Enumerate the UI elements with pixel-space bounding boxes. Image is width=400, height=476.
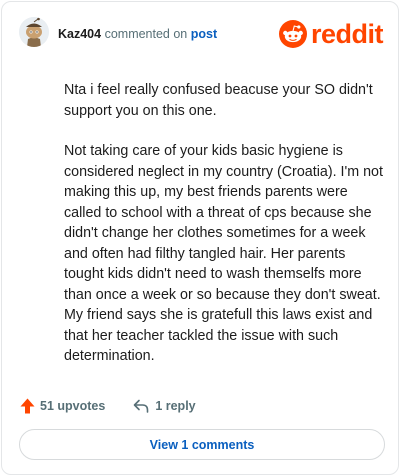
comment-card: Kaz404 commented on post reddit Nta i fe…	[1, 1, 399, 475]
comment-header: Kaz404 commented on post reddit	[2, 2, 400, 68]
snoo-avatar-icon	[19, 17, 49, 47]
reddit-logo[interactable]: reddit	[279, 19, 384, 49]
user-avatar[interactable]	[19, 17, 49, 47]
logo-wordmark: reddit	[311, 19, 384, 49]
comment-actions: 51 upvotes 1 reply	[20, 395, 196, 417]
reply-arrow-icon	[134, 399, 149, 413]
reply-button[interactable]: 1 reply	[133, 399, 196, 413]
view-comments-button[interactable]: View 1 comments	[19, 429, 385, 460]
upvote-arrow-icon	[20, 398, 35, 414]
action-text: commented on	[104, 27, 188, 41]
reply-count: 1 reply	[155, 399, 196, 413]
reddit-snoo-icon	[279, 20, 307, 48]
view-comments-label: View 1 comments	[149, 437, 255, 452]
upvote-count: 51 upvotes	[40, 399, 106, 413]
post-link[interactable]: post	[191, 27, 217, 41]
username-link[interactable]: Kaz404	[58, 27, 101, 41]
comment-body: Nta i feel really confused beacuse your …	[64, 80, 384, 387]
comment-paragraph: Nta i feel really confused beacuse your …	[64, 82, 373, 119]
comment-byline: Kaz404 commented on post	[58, 27, 217, 41]
comment-paragraph: Not taking care of your kids basic hygie…	[64, 143, 383, 364]
upvote-button[interactable]: 51 upvotes	[20, 398, 105, 414]
